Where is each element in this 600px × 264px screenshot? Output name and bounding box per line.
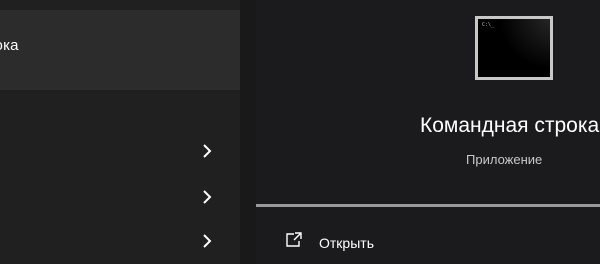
pane-divider <box>240 0 256 264</box>
search-results-pane: рока <box>0 0 240 264</box>
best-match-item[interactable]: рока <box>0 10 240 90</box>
app-icon-screen: C:\_ <box>478 19 550 77</box>
app-icon-prompt-text: C:\_ <box>482 22 495 28</box>
command-prompt-icon: C:\_ <box>475 16 553 80</box>
chevron-right-icon[interactable] <box>200 233 214 249</box>
app-title: Командная строка <box>420 114 600 137</box>
app-details-pane: C:\_ Командная строка Приложение Открыть <box>256 0 600 264</box>
section-divider <box>256 204 600 207</box>
open-action[interactable]: Открыть <box>256 222 600 258</box>
chevron-right-icon[interactable] <box>200 189 214 205</box>
open-external-icon <box>285 232 303 248</box>
app-type-label: Приложение <box>466 152 543 167</box>
best-match-label: рока <box>0 37 19 54</box>
chevron-right-icon[interactable] <box>200 143 214 159</box>
open-action-label: Открыть <box>319 235 374 251</box>
